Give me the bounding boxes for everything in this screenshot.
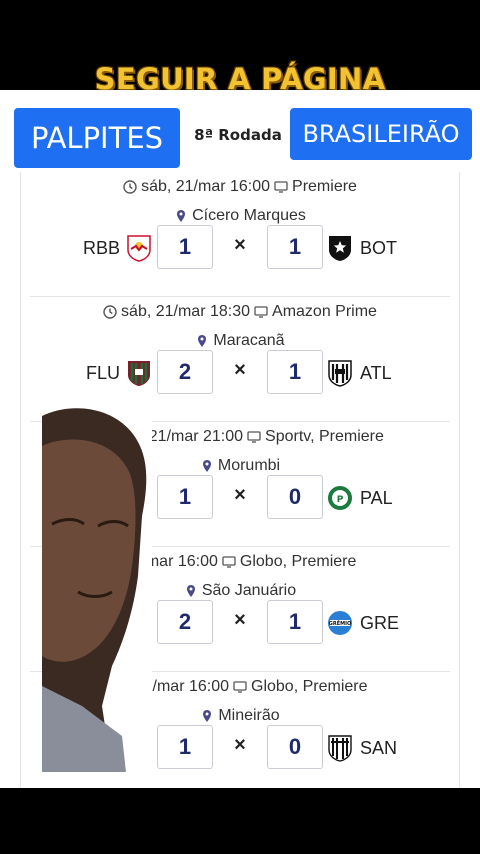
match-datetime: 22/mar 16:00 xyxy=(123,553,218,570)
match-venue: Maracanã xyxy=(213,332,285,349)
match-broadcast: Globo, Premiere xyxy=(239,553,357,570)
match-venue: Cícero Marques xyxy=(192,207,306,224)
tv-icon xyxy=(247,430,261,444)
predictions-panel: PALPITES 8ª Rodada BRASILEIRÃO sáb, 21/m… xyxy=(0,90,480,788)
match-venue: Mineirão xyxy=(218,707,280,724)
tv-icon xyxy=(274,180,288,194)
tv-icon xyxy=(233,680,247,694)
home-score-input[interactable]: 1 xyxy=(157,225,213,269)
match-venue: Morumbi xyxy=(217,457,281,474)
match-meta: 22/mar 16:00 Globo, Premiere xyxy=(0,553,480,571)
header-row: PALPITES 8ª Rodada BRASILEIRÃO xyxy=(0,90,480,172)
location-pin-icon xyxy=(200,459,214,473)
home-score-input[interactable]: 1 xyxy=(157,725,213,769)
cru-crest-icon xyxy=(126,734,152,762)
match-meta: sáb, 21/mar 16:00 Premiere xyxy=(0,178,480,196)
match-datetime: sáb, 21/mar 21:00 xyxy=(114,428,244,445)
match-card: sáb, 21/mar 18:30 Amazon Prime Maracanã … xyxy=(0,297,480,422)
flu-crest-icon xyxy=(126,359,152,387)
match-meta: sáb, 21/mar 18:30 Amazon Prime xyxy=(0,303,480,321)
match-venue-line: Morumbi xyxy=(0,457,480,475)
home-team-code: RBB xyxy=(82,238,120,258)
clock-icon xyxy=(103,305,117,319)
rbb-crest-icon xyxy=(126,234,152,262)
brasileirao-button[interactable]: BRASILEIRÃO xyxy=(290,108,472,160)
san-crest-icon xyxy=(327,734,353,762)
match-card: sáb, 21/mar 21:00 Sportv, Premiere Morum… xyxy=(0,422,480,547)
clock-icon xyxy=(123,180,137,194)
location-pin-icon xyxy=(195,334,209,348)
versus-mark: × xyxy=(234,734,246,756)
away-score-input[interactable]: 1 xyxy=(267,225,323,269)
away-team-code: SAN xyxy=(360,738,398,758)
home-score-input[interactable]: 2 xyxy=(157,350,213,394)
home-score-input[interactable]: 1 xyxy=(157,475,213,519)
away-team-code: GRE xyxy=(360,613,400,633)
away-score-input[interactable]: 0 xyxy=(267,725,323,769)
away-team-code: PAL xyxy=(360,488,393,508)
match-datetime: sáb, 21/mar 16:00 xyxy=(141,178,271,195)
match-venue: São Januário xyxy=(201,582,297,599)
match-broadcast: Sportv, Premiere xyxy=(265,428,384,445)
match-card: sáb, 21/mar 16:00 Premiere Cícero Marque… xyxy=(0,172,480,297)
match-card: m, 22/mar 16:00 Globo, Premiere Mineirão… xyxy=(0,672,480,788)
bot-crest-icon xyxy=(327,234,353,262)
match-venue-line: Maracanã xyxy=(0,332,480,350)
home-team-code: FLU xyxy=(85,363,120,383)
away-team-code: BOT xyxy=(360,238,398,258)
pal-crest-icon: P xyxy=(327,484,353,512)
match-venue-line: São Januário xyxy=(0,582,480,600)
match-broadcast: Premiere xyxy=(292,178,357,195)
tv-icon xyxy=(222,555,236,569)
svg-text:P: P xyxy=(337,495,344,505)
match-meta: sáb, 21/mar 21:00 Sportv, Premiere xyxy=(0,428,480,446)
match-meta: m, 22/mar 16:00 Globo, Premiere xyxy=(0,678,480,696)
match-venue-line: Cícero Marques xyxy=(0,207,480,225)
home-score-input[interactable]: 2 xyxy=(157,600,213,644)
match-venue-line: Mineirão xyxy=(0,707,480,725)
match-datetime: sáb, 21/mar 18:30 xyxy=(121,303,251,320)
match-broadcast: Amazon Prime xyxy=(272,303,377,320)
location-pin-icon xyxy=(174,209,188,223)
match-datetime: m, 22/mar 16:00 xyxy=(112,678,230,695)
bottom-bar xyxy=(0,788,480,854)
away-score-input[interactable]: 1 xyxy=(267,350,323,394)
round-label: 8ª Rodada xyxy=(194,126,282,144)
gre-crest-icon: GRÊMIO xyxy=(327,609,353,637)
versus-mark: × xyxy=(234,609,246,631)
top-banner: SEGUIR A PÁGINA xyxy=(0,0,480,104)
away-score-input[interactable]: 0 xyxy=(267,475,323,519)
away-score-input[interactable]: 1 xyxy=(267,600,323,644)
location-pin-icon xyxy=(184,584,198,598)
match-broadcast: Globo, Premiere xyxy=(251,678,368,695)
palpites-button[interactable]: PALPITES xyxy=(14,108,180,168)
versus-mark: × xyxy=(234,359,246,381)
location-pin-icon xyxy=(200,709,214,723)
versus-mark: × xyxy=(234,234,246,256)
away-team-code: ATL xyxy=(360,363,392,383)
svg-text:GRÊMIO: GRÊMIO xyxy=(329,619,351,627)
atl-crest-icon xyxy=(327,359,353,387)
versus-mark: × xyxy=(234,484,246,506)
clock-icon xyxy=(96,430,110,444)
tv-icon xyxy=(254,305,268,319)
match-card: 22/mar 16:00 Globo, Premiere São Januári… xyxy=(0,547,480,672)
